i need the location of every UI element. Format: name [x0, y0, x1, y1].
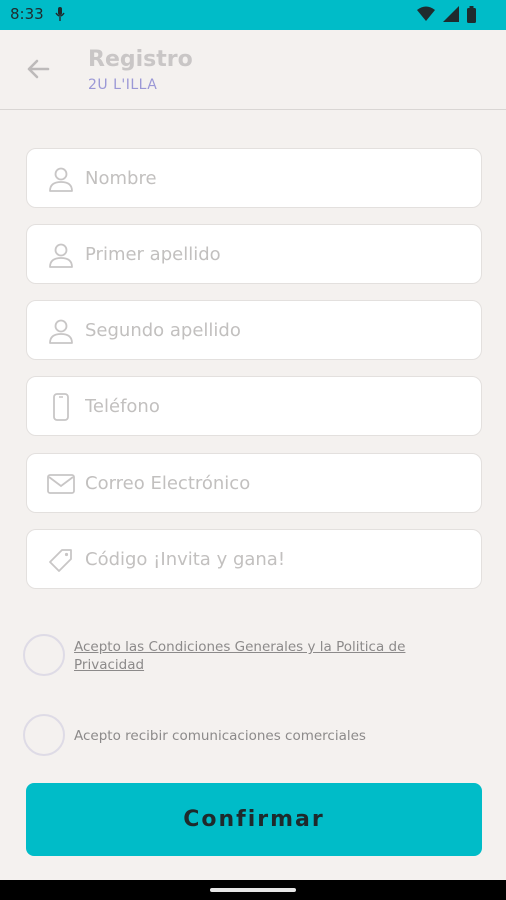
codigo-input[interactable] [85, 530, 465, 588]
primer-apellido-field[interactable] [26, 224, 482, 284]
app-bar: Registro 2U L'ILLA [0, 30, 506, 110]
nombre-field[interactable] [26, 148, 482, 208]
wifi-icon [416, 6, 435, 21]
marketing-label: Acepto recibir comunicaciones comerciale… [74, 728, 366, 744]
marketing-checkbox[interactable] [23, 714, 65, 756]
system-nav-bar [0, 880, 506, 900]
codigo-field[interactable] [26, 529, 482, 589]
segundo-apellido-field[interactable] [26, 300, 482, 360]
terms-link[interactable]: Acepto las Condiciones Generales y la Po… [74, 638, 454, 674]
status-bar: 8:33 [0, 0, 506, 30]
person-icon [49, 243, 73, 268]
status-icons [414, 6, 476, 25]
person-icon [49, 319, 73, 344]
page-subtitle: 2U L'ILLA [88, 77, 158, 93]
back-arrow-icon[interactable] [23, 54, 53, 84]
confirm-button[interactable]: Confirmar [26, 783, 482, 856]
telefono-field[interactable] [26, 376, 482, 436]
mic-icon [55, 7, 65, 21]
battery-icon [467, 6, 476, 23]
mail-icon [47, 474, 75, 494]
status-time: 8:33 [10, 5, 44, 23]
correo-input[interactable] [85, 454, 465, 512]
page-title: Registro [88, 47, 193, 72]
person-icon [49, 167, 73, 192]
correo-field[interactable] [26, 453, 482, 513]
telefono-input[interactable] [85, 377, 465, 435]
home-indicator[interactable] [210, 888, 296, 892]
signal-icon [442, 6, 459, 22]
primer-apellido-input[interactable] [85, 225, 465, 283]
tag-icon [49, 549, 72, 572]
segundo-apellido-input[interactable] [85, 301, 465, 359]
nombre-input[interactable] [85, 149, 465, 207]
terms-checkbox[interactable] [23, 634, 65, 676]
phone-icon [53, 393, 69, 421]
